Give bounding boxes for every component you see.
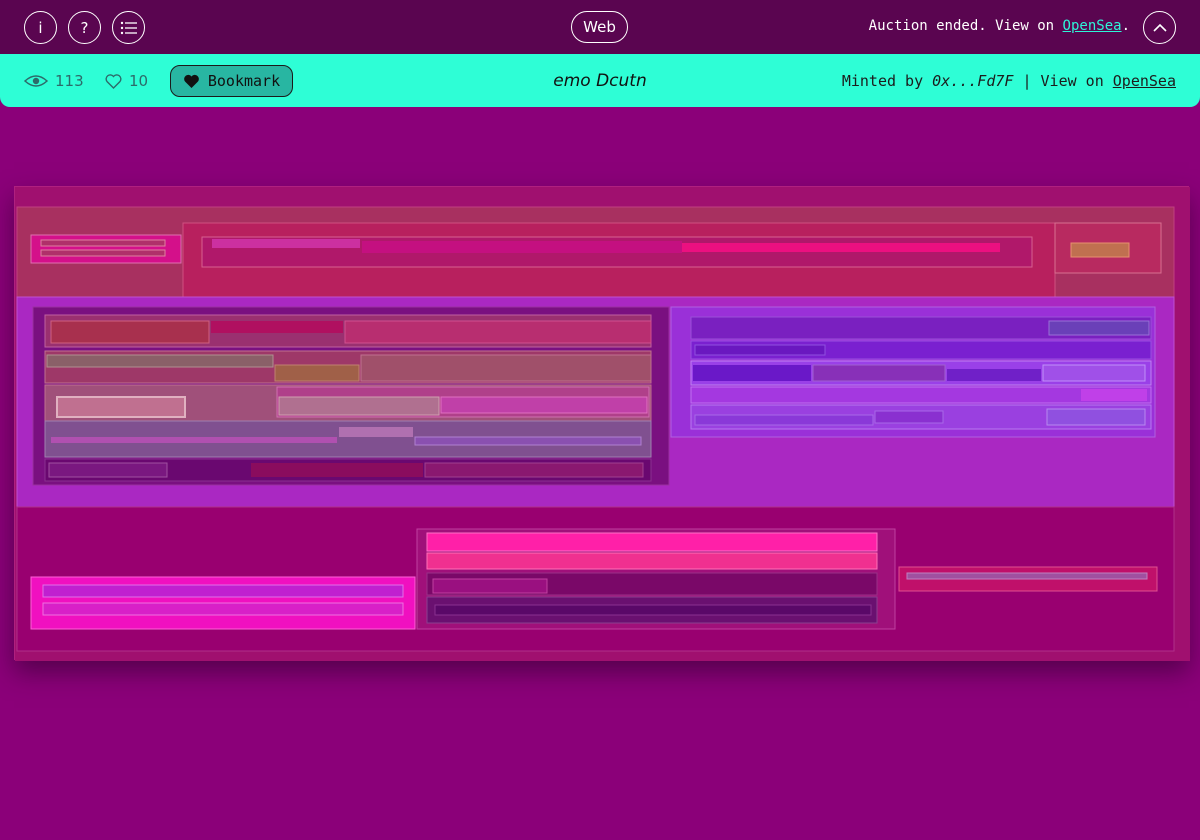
views-stat: 113 [24,72,84,90]
artwork-canvas [14,186,1190,661]
info-bar: 113 10 Bookmark emo Dcutn Minted by 0x..… [0,54,1200,107]
likes-count: 10 [129,72,149,90]
auction-status: Auction ended. View on OpenSea. [869,18,1130,34]
view-prefix: | View on [1013,72,1113,90]
auction-text: Auction ended. View on [868,18,1063,34]
info-icon: i [38,18,43,37]
list-icon [120,21,137,34]
heart-outline-icon [105,73,122,89]
artwork-image [15,187,1190,661]
menu-button[interactable] [112,11,145,44]
web-label: Web [583,18,616,36]
help-icon: ? [80,18,89,37]
web-button[interactable]: Web [571,11,628,43]
views-count: 113 [55,72,84,90]
bookmark-label: Bookmark [207,72,281,90]
top-bar: i ? Web Auction ended. View on OpenSea. [0,0,1200,54]
likes-stat[interactable]: 10 [105,72,148,90]
auction-opensea-link[interactable]: OpenSea [1063,18,1122,34]
bookmark-button[interactable]: Bookmark [170,65,293,97]
auction-suffix: . [1121,18,1130,34]
eye-icon [24,75,48,87]
info-button[interactable]: i [24,11,57,44]
chevron-up-icon [1152,23,1167,32]
artwork-title: emo Dcutn [553,71,647,91]
view-opensea-link[interactable]: OpenSea [1113,72,1176,90]
help-button[interactable]: ? [68,11,101,44]
collapse-button[interactable] [1143,11,1176,44]
minted-prefix: Minted by [841,72,933,90]
heart-icon [184,74,199,88]
minter-address[interactable]: 0x...Fd7F [932,72,1013,90]
minted-info: Minted by 0x...Fd7F | View on OpenSea [842,72,1176,90]
